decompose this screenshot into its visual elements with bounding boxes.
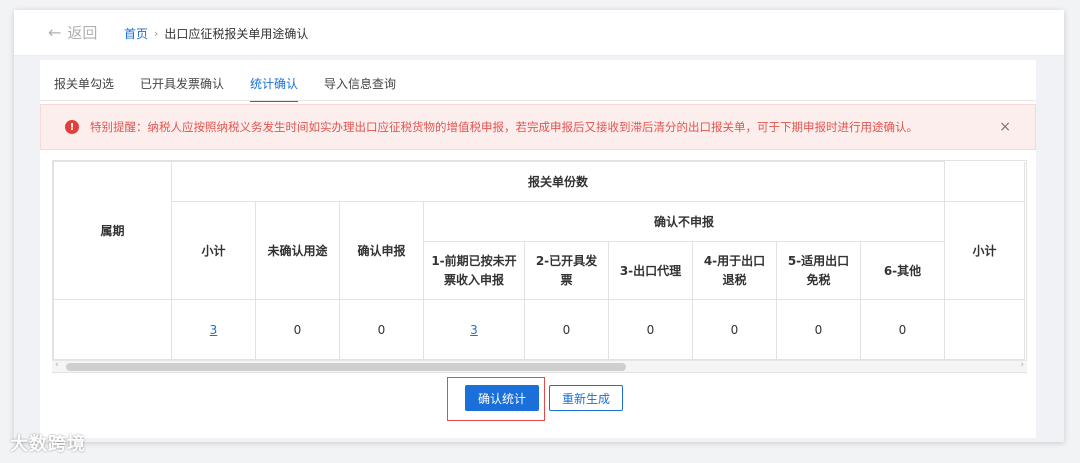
cell-confirm-declare: 0 (339, 299, 424, 360)
header-confirm-not-declare: 确认不申报 (423, 201, 945, 242)
alert-text: 特别提醒：纳税人应按照纳税义务发生时间如实办理出口应征税货物的增值税申报，若完成… (90, 120, 918, 134)
header-empty-cell (944, 161, 1025, 202)
alert-banner: ! 特别提醒：纳税人应按照纳税义务发生时间如实办理出口应征税货物的增值税申报，若… (40, 104, 1036, 150)
table-row: 3 0 0 3 0 0 0 0 0 (53, 299, 1025, 360)
statistics-table: 属期 报关单份数 小计 未确认用途 确认申报 确认不申报 小计 1-前期已按未开… (53, 161, 1025, 360)
main-panel: 报关单勾选 已开具发票确认 统计确认 导入信息查询 ! 特别提醒：纳税人应按照纳… (40, 60, 1036, 438)
cell-col-5: 0 (776, 299, 861, 360)
header-unconfirmed: 未确认用途 (255, 201, 340, 300)
cell-col-6: 0 (860, 299, 945, 360)
header-col-6: 6-其他 (860, 241, 945, 300)
scroll-right-icon[interactable]: › (1020, 360, 1024, 370)
tab-invoice-confirm[interactable]: 已开具发票确认 (140, 75, 224, 102)
confirm-stats-button[interactable]: 确认统计 (465, 385, 539, 411)
cell-col-3: 0 (608, 299, 693, 360)
header-subtotal: 小计 (171, 201, 256, 300)
breadcrumb-separator-icon: › (154, 27, 159, 40)
tab-import-query[interactable]: 导入信息查询 (324, 75, 396, 102)
breadcrumb: 首页 › 出口应征税报关单用途确认 (124, 25, 308, 42)
regenerate-button[interactable]: 重新生成 (549, 385, 623, 411)
header-confirm-declare: 确认申报 (339, 201, 424, 300)
breadcrumb-current: 出口应征税报关单用途确认 (164, 27, 309, 41)
cell-unconfirmed: 0 (255, 299, 340, 360)
scroll-left-icon[interactable]: ‹ (55, 360, 59, 370)
cell-subtotal[interactable]: 3 (171, 299, 256, 360)
header-col-1: 1-前期已按未开票收入申报 (423, 241, 525, 300)
close-icon[interactable]: × (999, 119, 1011, 135)
back-arrow-icon: ← (48, 23, 62, 42)
top-bar: ← 返回 首页 › 出口应征税报关单用途确认 (14, 10, 1064, 56)
cell-period (53, 299, 172, 360)
horizontal-scrollbar[interactable]: ‹ › (52, 360, 1027, 372)
tab-declaration-select[interactable]: 报关单勾选 (54, 75, 114, 102)
watermark: 大数跨境 (10, 434, 86, 455)
scrollbar-thumb[interactable] (66, 363, 626, 371)
warning-icon: ! (65, 120, 79, 134)
header-col-5: 5-适用出口免税 (776, 241, 861, 300)
back-button[interactable]: ← 返回 (48, 22, 97, 43)
header-right-subtotal: 小计 (944, 201, 1025, 300)
tab-divider (40, 100, 1036, 101)
cell-col-2: 0 (524, 299, 609, 360)
back-label: 返回 (67, 24, 98, 42)
cell-col-1[interactable]: 3 (423, 299, 525, 360)
cell-col-4: 0 (692, 299, 777, 360)
statistics-table-container: 属期 报关单份数 小计 未确认用途 确认申报 确认不申报 小计 1-前期已按未开… (52, 160, 1027, 373)
subtotal-link[interactable]: 3 (210, 323, 218, 337)
cell-right-subtotal (944, 299, 1025, 360)
tab-bar: 报关单勾选 已开具发票确认 统计确认 导入信息查询 (54, 75, 396, 102)
col-1-link[interactable]: 3 (470, 323, 478, 337)
header-col-4: 4-用于出口退税 (692, 241, 777, 300)
breadcrumb-home-link[interactable]: 首页 (124, 25, 148, 42)
header-col-2: 2-已开具发票 (524, 241, 609, 300)
header-declaration-count: 报关单份数 (171, 161, 945, 202)
header-period: 属期 (53, 161, 172, 300)
tab-statistics-confirm[interactable]: 统计确认 (250, 75, 299, 102)
header-col-3: 3-出口代理 (608, 241, 693, 300)
